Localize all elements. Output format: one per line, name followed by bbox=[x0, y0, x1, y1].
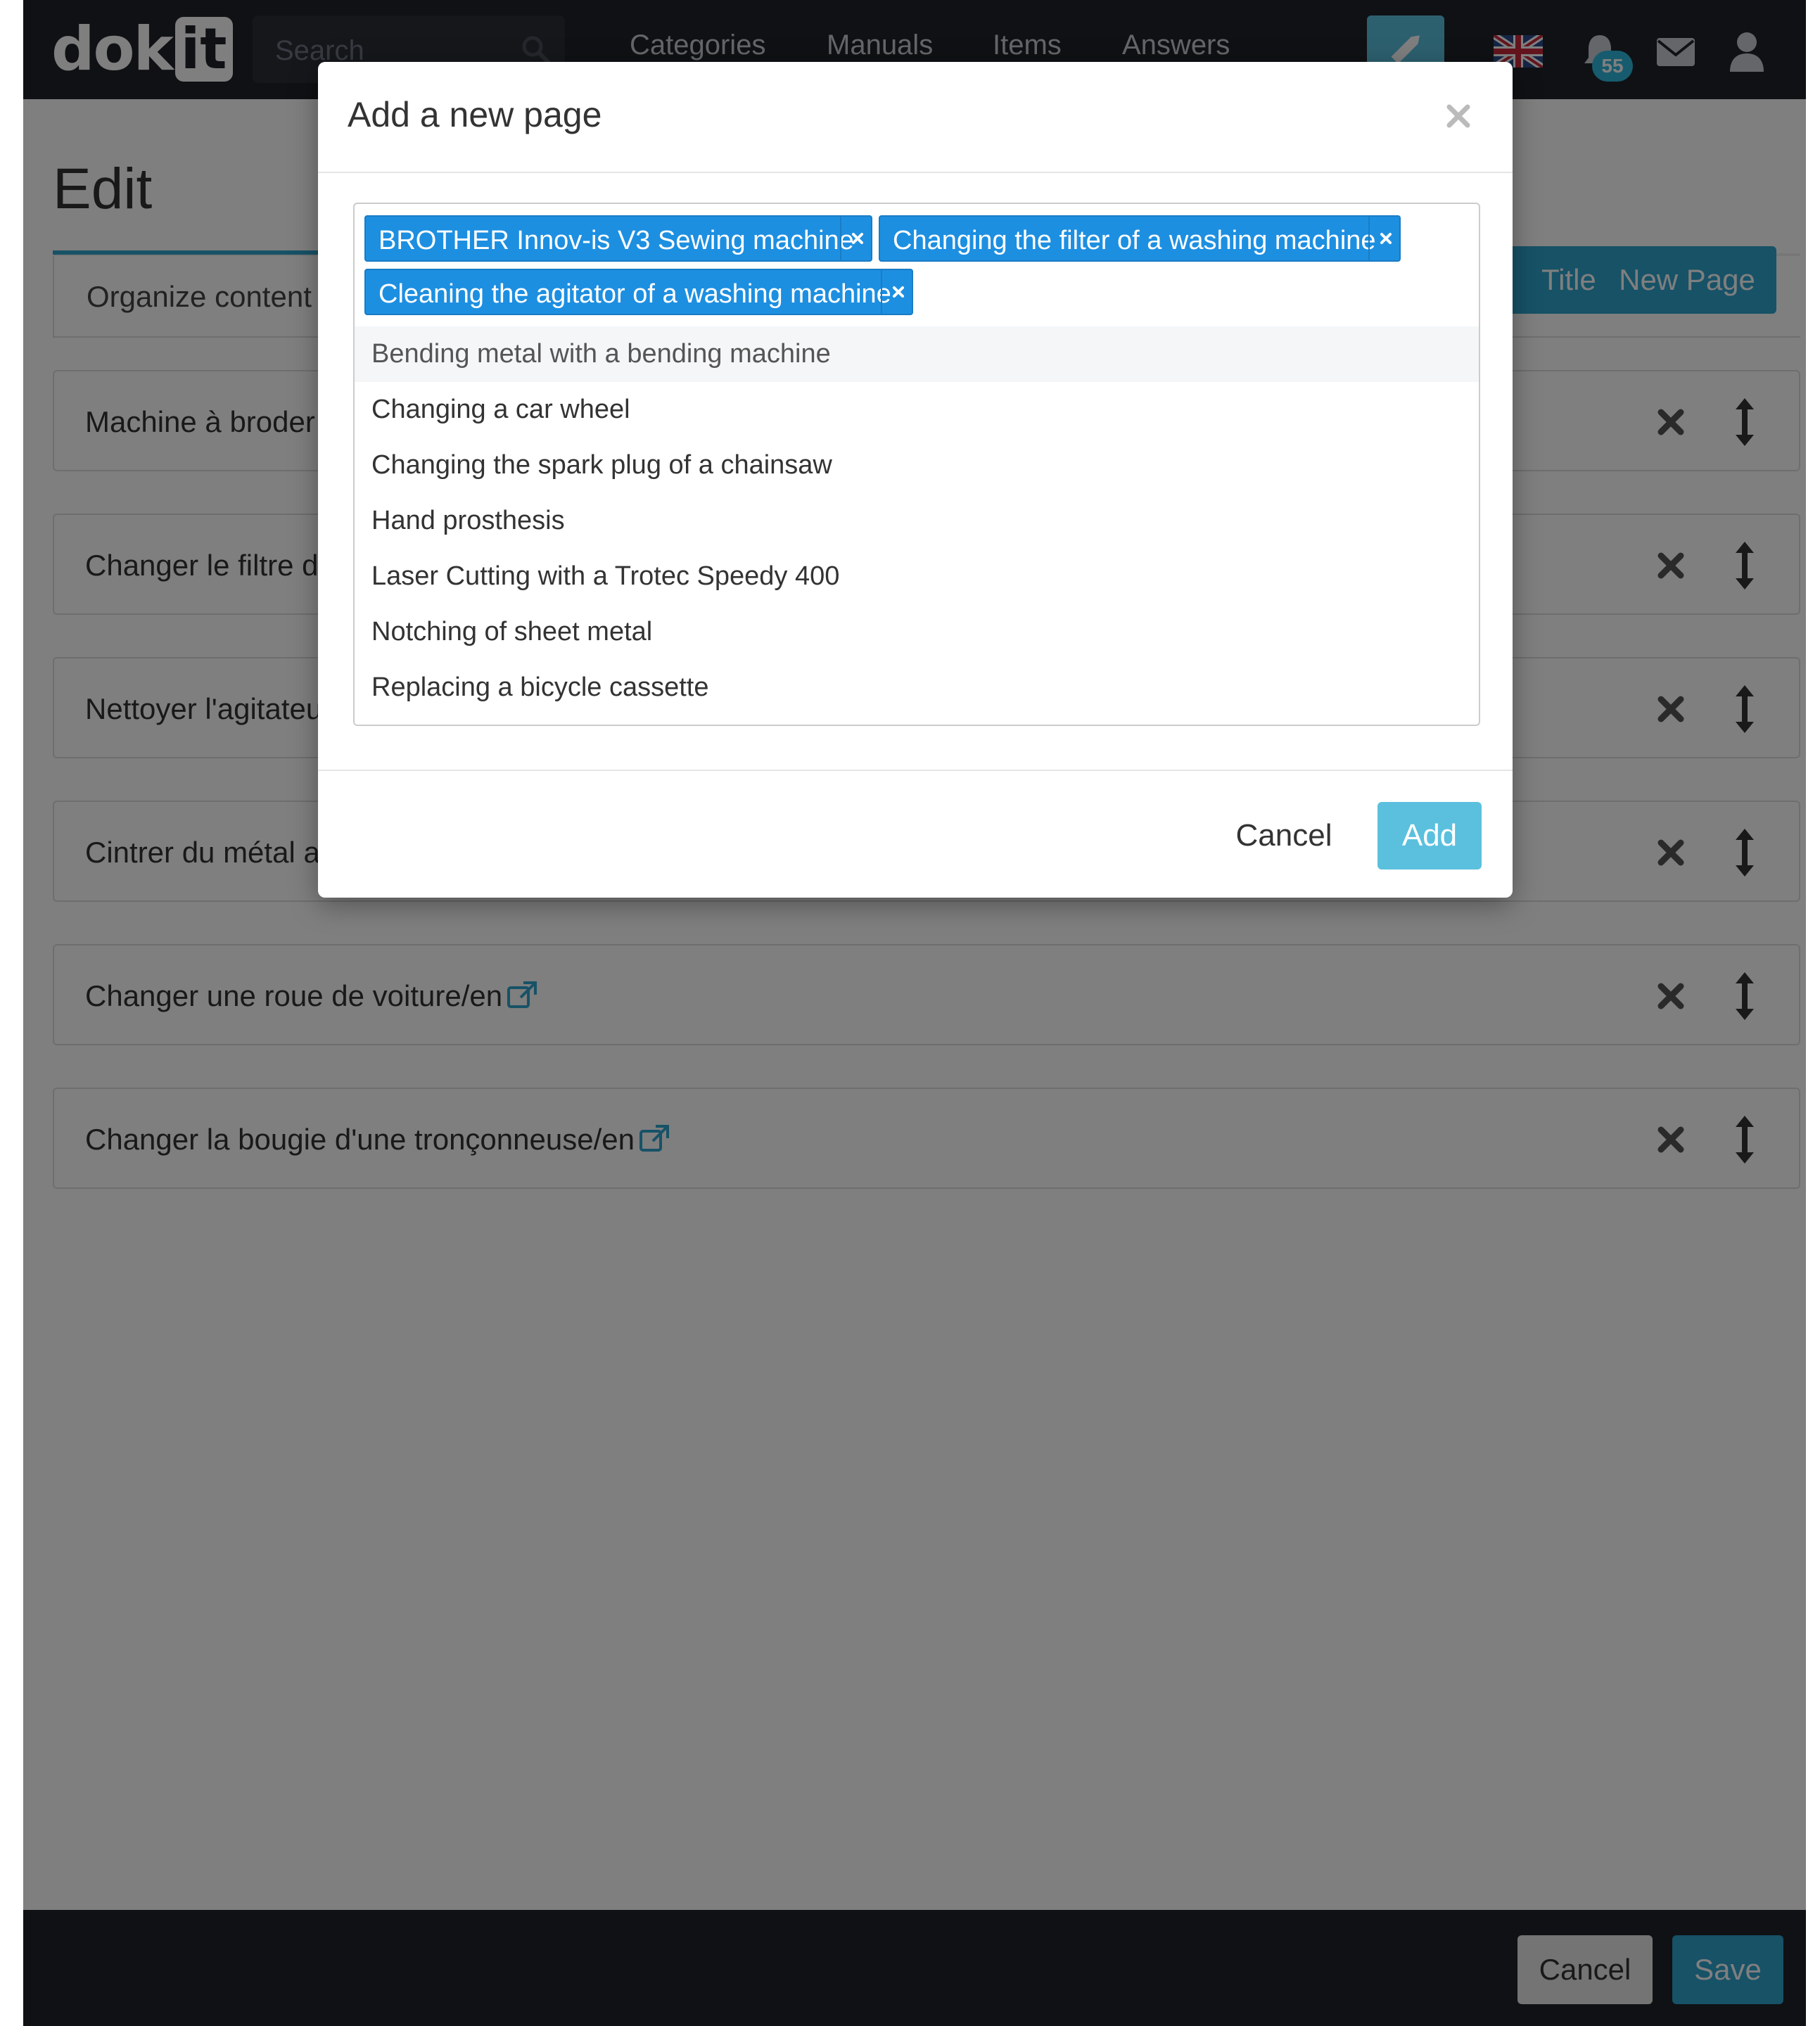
option-item[interactable]: Notching of sheet metal bbox=[355, 604, 1479, 660]
tag-remove-button[interactable] bbox=[840, 217, 874, 260]
tag-label: Cleaning the agitator of a washing machi… bbox=[378, 279, 891, 309]
modal-header: Add a new page bbox=[318, 62, 1513, 173]
tag-remove-button[interactable] bbox=[881, 270, 915, 314]
option-label: Bending metal with a bending machine bbox=[371, 339, 831, 369]
selected-tags-area[interactable]: BROTHER Innov-is V3 Sewing machine Chang… bbox=[355, 204, 1479, 327]
page-multiselect[interactable]: BROTHER Innov-is V3 Sewing machine Chang… bbox=[353, 203, 1480, 726]
option-label: Changing the spark plug of a chainsaw bbox=[371, 450, 832, 480]
modal-title: Add a new page bbox=[348, 95, 602, 134]
close-icon bbox=[893, 286, 904, 298]
tag-label: Changing the filter of a washing machine bbox=[893, 226, 1376, 255]
modal-footer-divider bbox=[318, 770, 1513, 771]
modal-cancel-button[interactable]: Cancel bbox=[1231, 802, 1337, 869]
option-label: Changing a car wheel bbox=[371, 395, 630, 424]
option-label: Laser Cutting with a Trotec Speedy 400 bbox=[371, 561, 840, 591]
option-label: Notching of sheet metal bbox=[371, 617, 653, 646]
option-item[interactable]: Laser Cutting with a Trotec Speedy 400 bbox=[355, 549, 1479, 604]
add-page-modal: Add a new page BROTHER Innov-is V3 Sewin… bbox=[318, 62, 1513, 898]
close-icon bbox=[1380, 233, 1392, 244]
option-item[interactable]: Replacing a bicycle cassette bbox=[355, 660, 1479, 715]
option-label: Replacing a bicycle cassette bbox=[371, 673, 709, 702]
selected-tag: Cleaning the agitator of a washing machi… bbox=[364, 269, 913, 315]
option-item[interactable]: Changing the spark plug of a chainsaw bbox=[355, 438, 1479, 493]
app-window: dok it Categories Manuals Items Answers bbox=[23, 0, 1806, 2026]
close-icon[interactable] bbox=[1445, 103, 1472, 129]
close-icon bbox=[852, 233, 863, 244]
selected-tag: Changing the filter of a washing machine bbox=[879, 215, 1401, 262]
option-item[interactable]: Hand prosthesis bbox=[355, 493, 1479, 549]
modal-add-button[interactable]: Add bbox=[1377, 802, 1482, 869]
tag-remove-button[interactable] bbox=[1368, 217, 1402, 260]
option-item[interactable]: Changing a car wheel bbox=[355, 382, 1479, 438]
selected-tag: BROTHER Innov-is V3 Sewing machine bbox=[364, 215, 872, 262]
tag-label: BROTHER Innov-is V3 Sewing machine bbox=[378, 226, 854, 255]
option-item[interactable]: Bending metal with a bending machine bbox=[355, 326, 1479, 382]
option-label: Hand prosthesis bbox=[371, 506, 565, 535]
